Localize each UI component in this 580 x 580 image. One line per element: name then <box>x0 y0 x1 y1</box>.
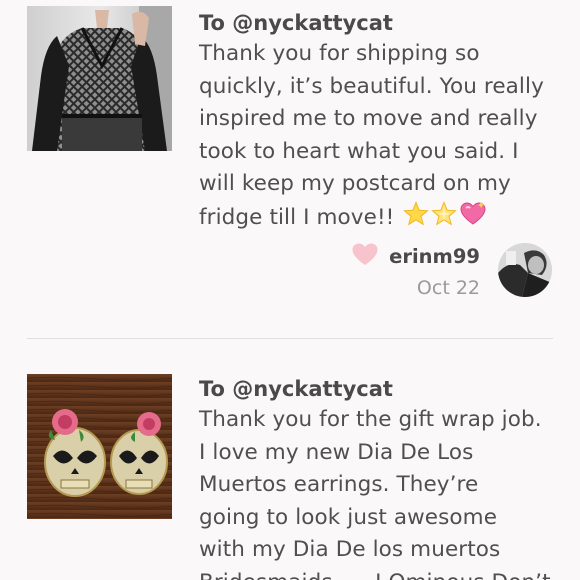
note-content: To @nyckattycat Thank you for the gift w… <box>199 375 559 580</box>
user-row: erinm99 <box>351 242 480 271</box>
black-mesh-top-photo <box>27 6 172 151</box>
recipient-handle[interactable]: To @nyckattycat <box>199 375 559 404</box>
message-line: Thank you for shipping so <box>199 41 480 66</box>
divider <box>27 338 553 339</box>
message-line-with-emoji: fridge till I move!! <box>199 200 559 238</box>
note-message: Thank you for the gift wrap job. I love … <box>199 404 559 580</box>
message-line: Thank you for the gift wrap job. <box>199 407 542 432</box>
love-note: To @nyckattycat Thank you for shipping s… <box>0 0 580 339</box>
love-notes-feed: To @nyckattycat Thank you for shipping s… <box>0 0 580 580</box>
message-line: will keep my postcard on my <box>199 171 511 196</box>
message-line: took to heart what you said. I <box>199 138 519 164</box>
note-content: To @nyckattycat Thank you for shipping s… <box>199 9 559 237</box>
sparkling-heart-icon <box>459 201 487 238</box>
message-line: inspired me to move and really <box>199 106 538 131</box>
listing-thumbnail[interactable] <box>27 374 172 519</box>
message-line-text: fridge till I move!! <box>199 204 395 230</box>
avatar[interactable] <box>498 243 552 297</box>
heart-icon[interactable] <box>351 242 379 271</box>
sparkle-star-icon <box>431 200 458 238</box>
listing-thumbnail[interactable] <box>27 6 172 151</box>
message-line: Bridesmaids …. I Ominous Don’t <box>199 567 559 580</box>
message-line: quickly, it’s beautiful. You really <box>199 73 544 99</box>
recipient-handle[interactable]: To @nyckattycat <box>199 9 559 38</box>
username[interactable]: erinm99 <box>389 243 480 271</box>
message-line: Muertos earrings. They’re <box>199 472 479 497</box>
message-line: with my Dia De los muertos <box>199 537 501 562</box>
user-avatar-photo <box>498 243 552 297</box>
note-message: Thank you for shipping so quickly, it’s … <box>199 38 559 237</box>
love-note: To @nyckattycat Thank you for the gift w… <box>0 360 580 580</box>
message-line: going to look just awesome <box>199 504 498 530</box>
note-meta: erinm99 Oct 22 <box>351 242 480 303</box>
note-date: Oct 22 <box>416 277 480 299</box>
message-line: I love my new Dia De Los <box>199 439 474 465</box>
skull-earrings-photo <box>27 374 172 519</box>
star-icon <box>403 200 430 238</box>
